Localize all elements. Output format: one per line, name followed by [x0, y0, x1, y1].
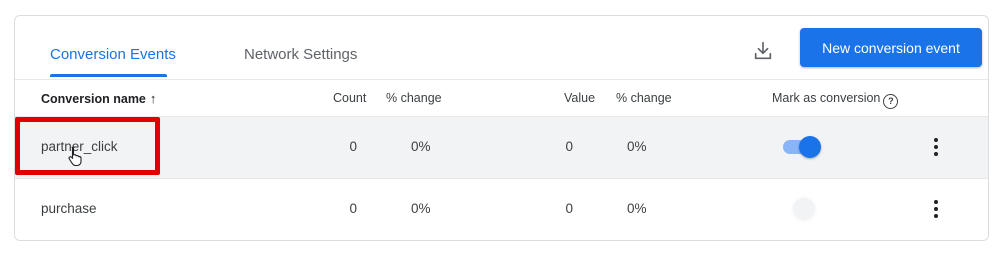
value-value: 0 [565, 139, 573, 154]
column-header-name-label: Conversion name [41, 92, 146, 106]
column-header-count[interactable]: Count [333, 91, 366, 105]
tabs-bar: Conversion Events Network Settings New c… [15, 16, 988, 80]
table-row[interactable]: purchase 0 0% 0 0% [15, 179, 988, 240]
conversion-events-card: Conversion Events Network Settings New c… [14, 15, 989, 241]
tab-conversion-events[interactable]: Conversion Events [50, 46, 176, 63]
column-header-count-change[interactable]: % change [386, 91, 442, 105]
more-options-icon[interactable] [926, 197, 946, 221]
highlight-box [15, 117, 160, 175]
hand-cursor-icon [68, 146, 82, 166]
column-header-value-change[interactable]: % change [616, 91, 672, 105]
count-value: 0 [349, 139, 357, 154]
column-header-mark-label: Mark as conversion [772, 91, 881, 105]
new-conversion-event-button[interactable]: New conversion event [800, 28, 982, 67]
toggle-thumb [799, 136, 821, 158]
conversion-name[interactable]: purchase [41, 201, 97, 216]
help-icon[interactable]: ? [883, 94, 899, 109]
active-tab-indicator [50, 74, 167, 77]
value-value: 0 [565, 201, 573, 216]
more-options-icon[interactable] [926, 135, 946, 159]
table-row[interactable]: partner_click 0 0% 0 0% [15, 117, 988, 179]
mark-as-conversion-toggle[interactable] [781, 197, 823, 221]
count-value: 0 [349, 201, 357, 216]
table-header: Conversion name ↑ Count % change Value % … [15, 80, 988, 117]
count-change-value: 0% [411, 201, 431, 216]
tab-network-settings[interactable]: Network Settings [244, 46, 357, 63]
column-header-name[interactable]: Conversion name ↑ [41, 91, 156, 106]
value-change-value: 0% [627, 139, 647, 154]
count-change-value: 0% [411, 139, 431, 154]
mark-as-conversion-toggle[interactable] [781, 135, 823, 159]
value-change-value: 0% [627, 201, 647, 216]
arrow-up-icon: ↑ [149, 91, 157, 106]
download-button[interactable] [750, 38, 776, 64]
toggle-thumb [793, 198, 815, 220]
column-header-mark: Mark as conversion? [772, 91, 899, 109]
download-icon [754, 41, 772, 60]
column-header-value[interactable]: Value [564, 91, 595, 105]
